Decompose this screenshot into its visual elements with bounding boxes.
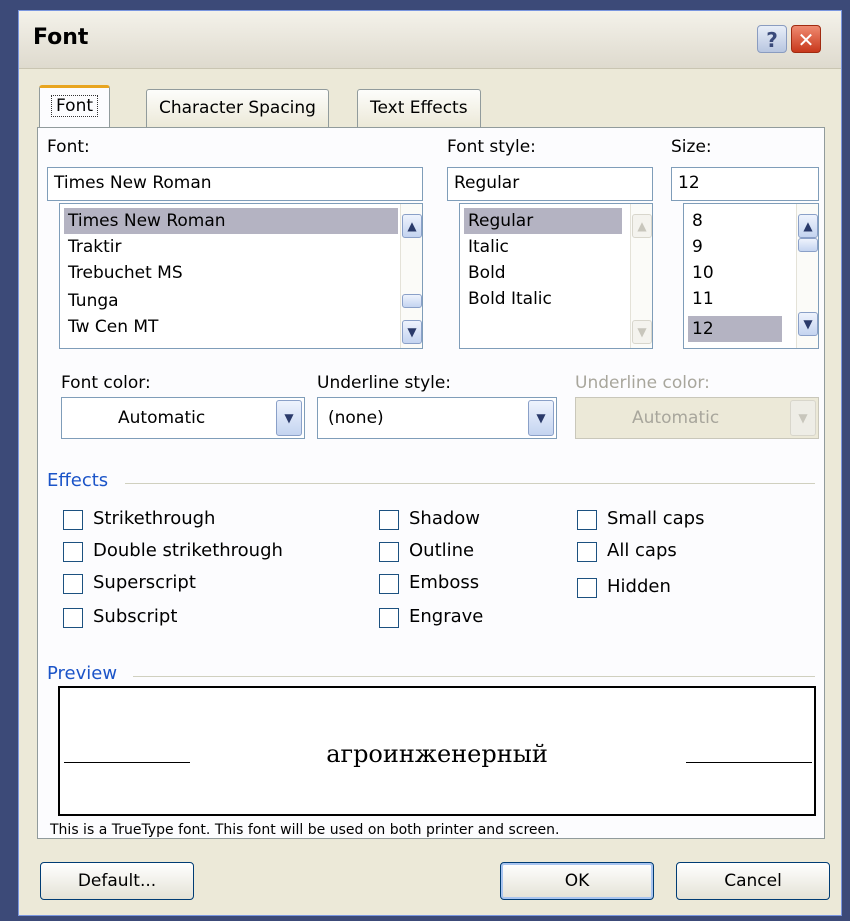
tab-character-spacing[interactable]: Character Spacing (146, 89, 329, 127)
preview-divider (133, 676, 815, 677)
help-button[interactable]: ? (757, 25, 787, 53)
checkbox-box[interactable] (63, 542, 83, 562)
preview-sample-text: агроинженерный (326, 740, 548, 768)
checkbox-box[interactable] (577, 578, 597, 598)
checkbox-box[interactable] (63, 608, 83, 628)
list-item[interactable]: 8 (688, 208, 703, 234)
checkbox-label: Emboss (409, 572, 480, 593)
checkbox-box[interactable] (577, 510, 597, 530)
underline-style-select[interactable]: (none) ▼ (317, 397, 557, 439)
list-item[interactable]: Trebuchet MS (64, 260, 183, 286)
font-list-scrollbar[interactable]: ▲ ▼ (400, 204, 422, 348)
font-label: Font: (47, 137, 90, 157)
checkbox-label: Engrave (409, 606, 484, 627)
font-style-label: Font style: (447, 137, 536, 157)
font-input[interactable]: Times New Roman (47, 167, 423, 201)
list-item[interactable]: Regular (464, 208, 622, 234)
list-item[interactable]: Bold (464, 260, 506, 286)
tab-font[interactable]: Font (39, 85, 111, 127)
underline-color-label: Underline color: (575, 373, 710, 393)
scroll-up-icon[interactable]: ▲ (798, 214, 818, 238)
tab-text-effects[interactable]: Text Effects (357, 89, 481, 127)
list-item[interactable]: 12 (688, 316, 782, 342)
list-item[interactable]: 9 (688, 234, 703, 260)
list-item[interactable]: Times New Roman (64, 208, 398, 234)
title-bar[interactable]: Font ? ✕ (19, 11, 841, 69)
checkbox-label: Small caps (607, 508, 705, 529)
tab-label: Text Effects (370, 98, 468, 118)
size-label: Size: (671, 137, 712, 157)
effects-title: Effects (47, 470, 109, 491)
list-item[interactable]: Italic (464, 234, 509, 260)
list-item[interactable]: Tunga (64, 288, 119, 314)
checkbox-label: Strikethrough (93, 508, 216, 529)
preview-title: Preview (47, 663, 118, 684)
scroll-thumb[interactable] (402, 294, 422, 308)
ok-button[interactable]: OK (500, 862, 654, 900)
list-item[interactable]: 10 (688, 260, 714, 286)
checkbox-box[interactable] (577, 542, 597, 562)
scroll-down-icon: ▼ (632, 320, 652, 344)
chevron-down-icon: ▼ (790, 400, 816, 436)
effects-divider (125, 483, 815, 484)
font-list[interactable]: Times New Roman Traktir Trebuchet MS Tun… (59, 203, 423, 349)
preview-box: агроинженерный (58, 686, 816, 816)
size-list[interactable]: 8 9 10 11 12 ▲ ▼ (683, 203, 819, 349)
checkbox-label: Hidden (607, 576, 671, 597)
checkbox-label: Double strikethrough (93, 540, 283, 561)
checkbox-label: Superscript (93, 572, 196, 593)
dialog-title: Font (33, 25, 89, 50)
underline-style-value: (none) (328, 408, 384, 428)
tab-label: Character Spacing (159, 98, 316, 118)
checkbox-label: Shadow (409, 508, 481, 529)
checkbox-box[interactable] (379, 574, 399, 594)
scroll-down-icon[interactable]: ▼ (402, 320, 422, 344)
font-color-value: Automatic (118, 408, 206, 428)
checkbox-label: Outline (409, 540, 475, 561)
font-style-list[interactable]: Regular Italic Bold Bold Italic ▲ ▼ (459, 203, 653, 349)
list-item[interactable]: 11 (688, 286, 714, 312)
chevron-down-icon[interactable]: ▼ (528, 400, 554, 436)
checkbox-label: Subscript (93, 606, 178, 627)
close-button[interactable]: ✕ (791, 25, 821, 53)
list-item[interactable]: Bold Italic (464, 286, 552, 312)
underline-style-label: Underline style: (317, 373, 452, 393)
truetype-note: This is a TrueType font. This font will … (50, 822, 560, 838)
size-list-scrollbar[interactable]: ▲ ▼ (796, 204, 818, 348)
scroll-down-icon[interactable]: ▼ (798, 312, 818, 336)
list-item[interactable]: Traktir (64, 234, 122, 260)
checkbox-label: All caps (607, 540, 677, 561)
question-mark-icon: ? (766, 28, 778, 52)
checkbox-box[interactable] (379, 510, 399, 530)
preview-right-rule (686, 762, 812, 763)
tab-label: Font (50, 95, 99, 117)
font-color-select[interactable]: Automatic ▼ (61, 397, 305, 439)
cancel-button[interactable]: Cancel (676, 862, 830, 900)
default-button[interactable]: Default... (40, 862, 194, 900)
size-input[interactable]: 12 (671, 167, 819, 201)
chevron-down-icon[interactable]: ▼ (276, 400, 302, 436)
close-x-icon: ✕ (797, 28, 815, 52)
list-item[interactable]: Tw Cen MT (64, 314, 158, 340)
scroll-up-icon: ▲ (632, 214, 652, 238)
checkbox-box[interactable] (379, 542, 399, 562)
underline-color-select: Automatic ▼ (575, 397, 819, 439)
font-style-input[interactable]: Regular (447, 167, 653, 201)
font-color-label: Font color: (61, 373, 151, 393)
checkbox-box[interactable] (379, 608, 399, 628)
scroll-up-icon[interactable]: ▲ (402, 214, 422, 238)
scroll-thumb[interactable] (798, 238, 818, 252)
underline-color-value: Automatic (632, 408, 720, 428)
font-style-scrollbar: ▲ ▼ (630, 204, 652, 348)
checkbox-box[interactable] (63, 574, 83, 594)
checkbox-box[interactable] (63, 510, 83, 530)
